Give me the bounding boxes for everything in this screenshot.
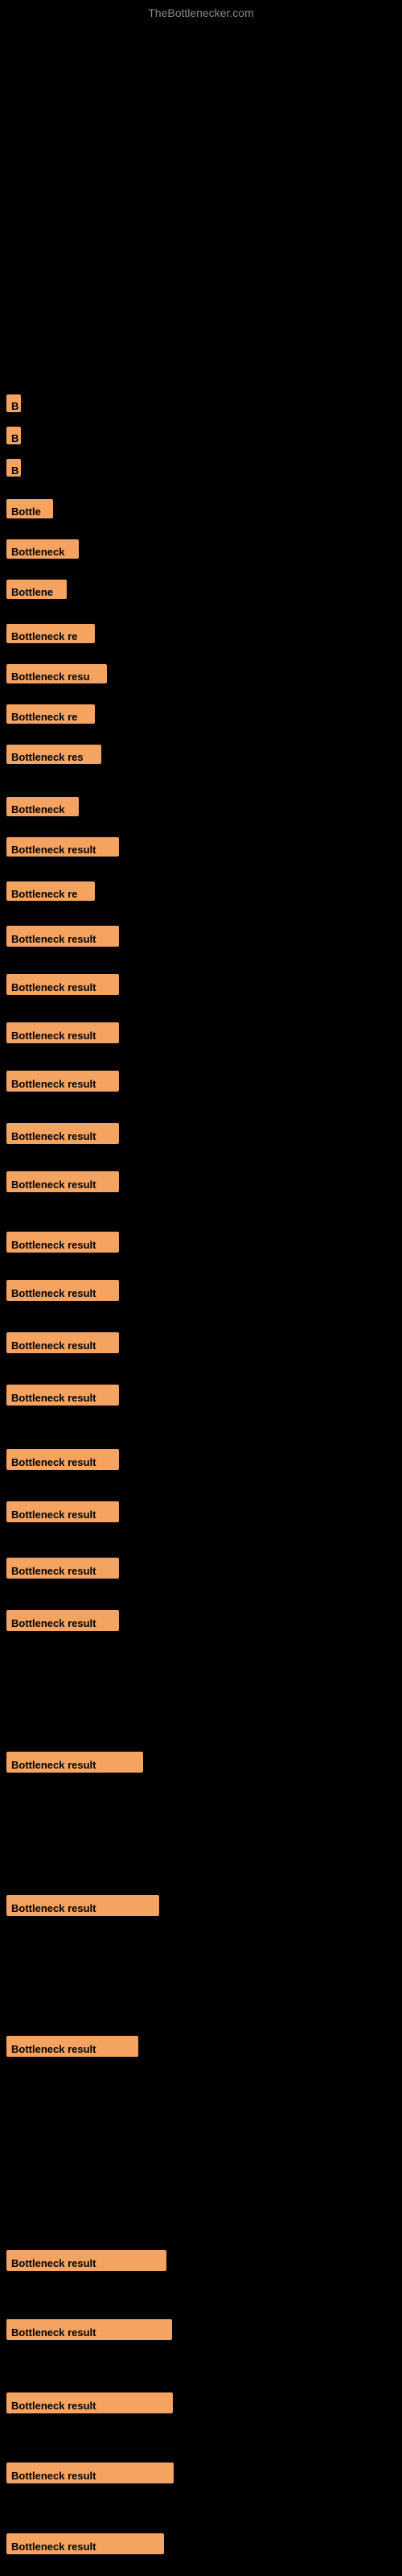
bottleneck-result-item: B xyxy=(6,427,21,444)
site-title: TheBottlenecker.com xyxy=(148,6,254,19)
bottleneck-result-item: Bottleneck result xyxy=(6,2392,173,2413)
bottleneck-result-item: Bottle xyxy=(6,499,53,518)
bottleneck-result-item: Bottleneck result xyxy=(6,1610,119,1631)
bottleneck-result-item: Bottleneck result xyxy=(6,1280,119,1301)
bottleneck-result-item: Bottleneck result xyxy=(6,1123,119,1144)
bottleneck-result-item: Bottleneck result xyxy=(6,2533,164,2554)
bottleneck-result-item: Bottleneck xyxy=(6,539,79,559)
bottleneck-result-item: Bottleneck resu xyxy=(6,664,107,683)
bottleneck-result-item: Bottleneck result xyxy=(6,1171,119,1192)
bottleneck-result-item: Bottleneck result xyxy=(6,2319,172,2340)
bottleneck-result-item: Bottleneck result xyxy=(6,2036,138,2057)
bottleneck-result-item: Bottleneck result xyxy=(6,1752,143,1773)
bottleneck-result-item: Bottleneck result xyxy=(6,1232,119,1253)
bottleneck-result-item: Bottleneck result xyxy=(6,1022,119,1043)
bottleneck-result-item: Bottleneck result xyxy=(6,1332,119,1353)
bottleneck-result-item: Bottleneck result xyxy=(6,2462,174,2483)
bottleneck-result-item: Bottleneck result xyxy=(6,1071,119,1092)
bottleneck-result-item: B xyxy=(6,459,21,477)
bottleneck-result-item: Bottleneck xyxy=(6,797,79,816)
bottleneck-result-item: Bottleneck result xyxy=(6,926,119,947)
bottleneck-result-item: Bottleneck result xyxy=(6,1501,119,1522)
bottleneck-result-item: Bottleneck re xyxy=(6,704,95,724)
bottleneck-result-item: Bottleneck result xyxy=(6,1558,119,1579)
bottleneck-result-item: Bottlene xyxy=(6,580,67,599)
bottleneck-result-item: Bottleneck re xyxy=(6,624,95,643)
bottleneck-result-item: Bottleneck res xyxy=(6,745,101,764)
bottleneck-result-item: Bottleneck result xyxy=(6,2250,166,2271)
bottleneck-result-item: B xyxy=(6,394,21,412)
bottleneck-result-item: Bottleneck result xyxy=(6,1449,119,1470)
bottleneck-result-item: Bottleneck result xyxy=(6,1385,119,1406)
bottleneck-result-item: Bottleneck result xyxy=(6,974,119,995)
bottleneck-result-item: Bottleneck result xyxy=(6,837,119,857)
bottleneck-result-item: Bottleneck re xyxy=(6,881,95,901)
bottleneck-result-item: Bottleneck result xyxy=(6,1895,159,1916)
